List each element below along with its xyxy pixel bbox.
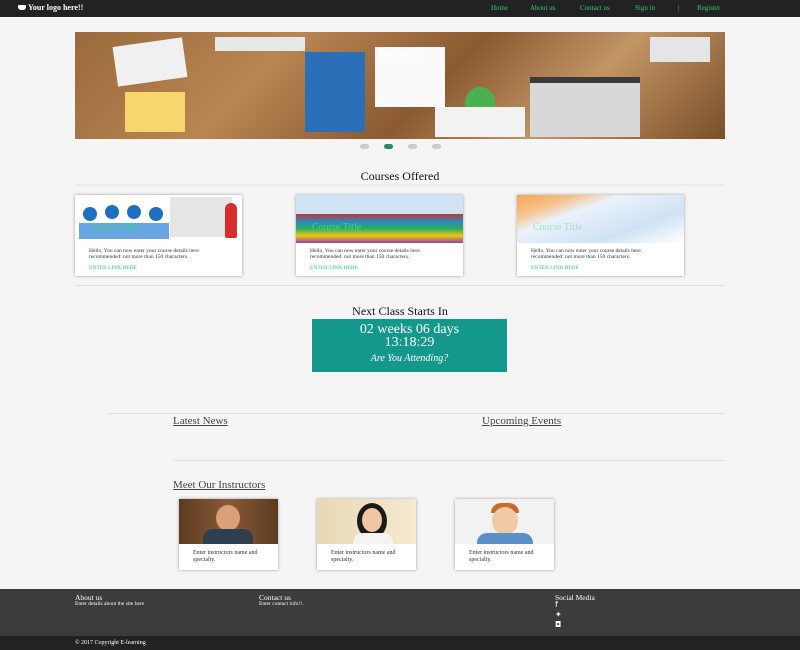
instagram-icon[interactable]: ◘ — [555, 621, 565, 629]
figure-shape — [105, 205, 119, 219]
carousel-dot[interactable] — [432, 144, 441, 149]
divider — [173, 460, 725, 461]
course-card: Course Title Hello, You can now enter yo… — [75, 195, 242, 276]
course-card: Course Title Hello, You can now enter yo… — [296, 195, 463, 276]
divider — [75, 184, 725, 186]
courses-heading: Courses Offered — [360, 169, 440, 183]
instructor-card: Enter instructors name and specialty. — [317, 499, 416, 570]
course-link[interactable]: ENTER LINK HERE — [531, 265, 579, 271]
face-shape — [362, 508, 382, 532]
carousel-dot[interactable] — [360, 144, 369, 149]
attending-link[interactable]: Are You Attending? — [312, 353, 507, 364]
social-icons: f ✦ ◘ — [555, 601, 565, 629]
nav-signin-link[interactable]: Sign in — [635, 4, 655, 12]
nav-about-link[interactable]: About us — [530, 4, 555, 12]
papers-shape — [435, 107, 525, 137]
upcoming-events-heading[interactable]: Upcoming Events — [482, 415, 561, 427]
face-shape — [216, 505, 240, 531]
shirt-shape — [353, 533, 393, 544]
instructor-card: Enter instructors name and specialty. — [455, 499, 554, 570]
instructor-photo — [317, 499, 416, 544]
nav-contact-link[interactable]: Contact us — [580, 4, 610, 12]
shirt-shape — [477, 533, 533, 544]
contact-text: Enter contact info!!. — [259, 601, 304, 607]
facebook-icon[interactable]: f — [555, 601, 565, 609]
instructor-photo — [455, 499, 554, 544]
instructor-info: Enter instructors name and specialty. — [331, 550, 396, 563]
logo-text: Your logo here!! — [28, 3, 84, 12]
footer: About us Enter details about the site he… — [0, 589, 800, 636]
copyright-bar: © 2017 Copyright E-learning — [0, 636, 800, 650]
countdown-heading: Next Class Starts In — [352, 304, 448, 318]
course-image — [517, 195, 684, 243]
instructor-info: Enter instructors name and specialty. — [469, 550, 534, 563]
course-image — [296, 195, 463, 243]
instructor-photo — [179, 499, 278, 544]
twitter-icon[interactable]: ✦ — [555, 611, 565, 619]
notes-shape — [125, 92, 185, 132]
graduation-cap-icon — [18, 5, 26, 10]
course-link[interactable]: ENTER LINK HERE — [89, 265, 137, 271]
laptop-shape — [530, 77, 640, 137]
instructors-heading: Meet Our Instructors — [173, 479, 266, 491]
nav-home-link[interactable]: Home — [491, 4, 508, 12]
figure-shape — [127, 205, 141, 219]
course-link[interactable]: ENTER LINK HERE — [310, 265, 358, 271]
carousel-indicators — [360, 144, 441, 149]
hero-carousel[interactable]: Image 2 Plea... — [75, 32, 725, 139]
top-navbar: Your logo here!! Home About us Contact u… — [0, 0, 800, 17]
teacher-shape — [225, 203, 237, 238]
shirt-shape — [203, 529, 253, 544]
course-image — [75, 195, 242, 243]
latest-news-heading[interactable]: Latest News — [173, 415, 228, 427]
whiteboard-shape — [170, 197, 232, 237]
divider — [108, 413, 725, 414]
face-shape — [492, 507, 518, 535]
copyright-text: © 2017 Copyright E-learning — [75, 640, 146, 646]
course-title: Course Title — [533, 222, 583, 233]
figure-shape — [83, 207, 97, 221]
carousel-caption-subtitle: Plea... — [392, 59, 408, 65]
nav-register-link[interactable]: Register — [697, 4, 720, 12]
instructor-card: Enter instructors name and specialty. — [179, 499, 278, 570]
site-logo[interactable]: Your logo here!! — [18, 3, 83, 12]
course-description: Hello, You can now enter your course det… — [531, 248, 643, 260]
course-title: Course Title — [312, 222, 362, 233]
nav-separator: | — [678, 4, 680, 12]
about-text: Enter details about the site here — [75, 601, 145, 607]
countdown-time: 13:18:29 — [384, 335, 435, 350]
countdown-box: 02 weeks 06 days 13:18:29 Are You Attend… — [312, 319, 507, 372]
course-card: Course Title Hello, You can now enter yo… — [517, 195, 684, 276]
divider — [75, 285, 725, 286]
course-title: Course Title — [91, 222, 141, 233]
carousel-dot[interactable] — [408, 144, 417, 149]
figure-shape — [149, 207, 163, 221]
course-description: Hello, You can now enter your course det… — [310, 248, 422, 260]
carousel-dot-active[interactable] — [384, 144, 393, 149]
course-description: Hello, You can now enter your course det… — [89, 248, 201, 260]
instructor-info: Enter instructors name and specialty. — [193, 550, 258, 563]
